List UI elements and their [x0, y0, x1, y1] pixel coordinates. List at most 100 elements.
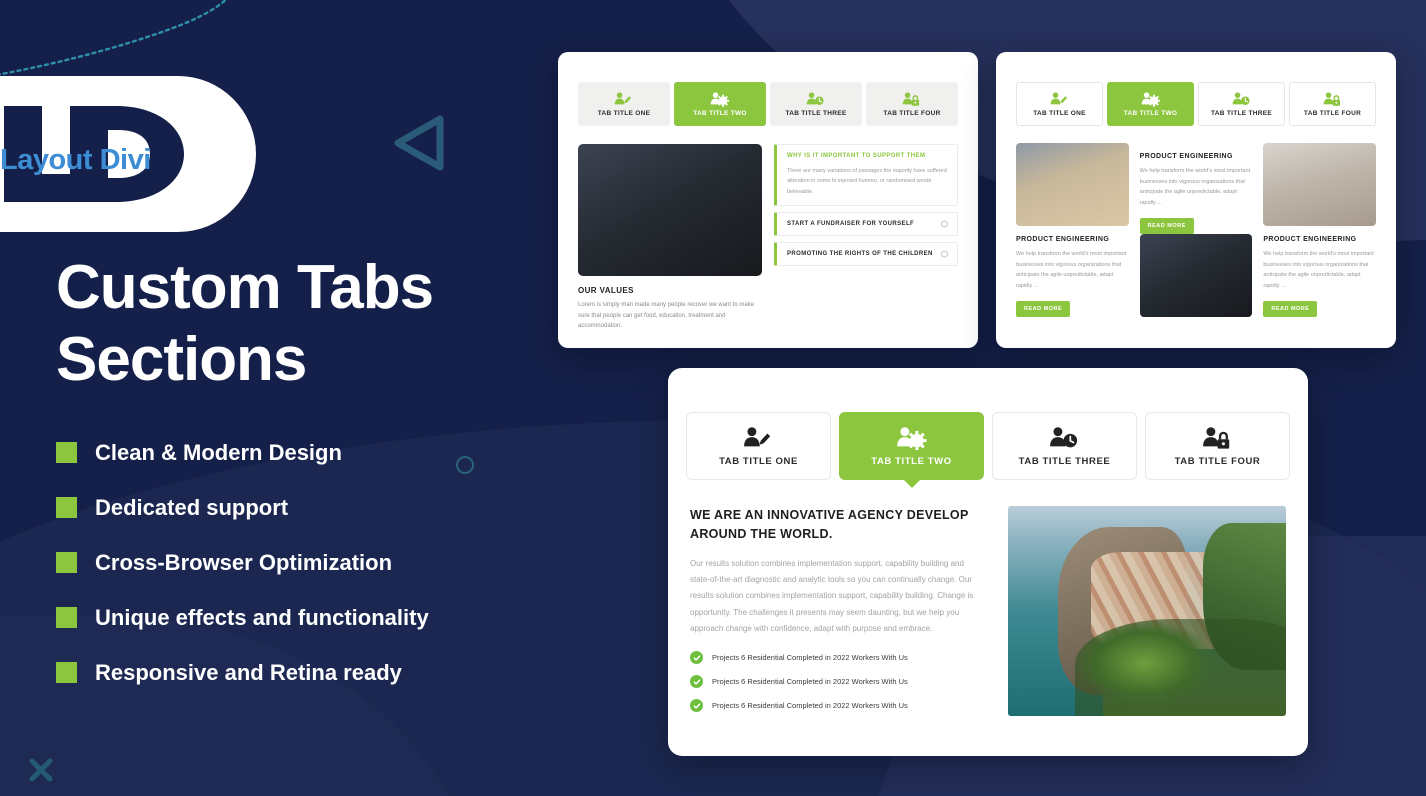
- accordion-item[interactable]: START A FUNDRAISER FOR YOURSELF: [774, 212, 958, 237]
- tl-tab-1[interactable]: TAB TITLE ONE: [578, 82, 670, 126]
- headline-line-1: Custom Tabs: [56, 253, 434, 322]
- tab-panel-top-left: OUR VALUES Lorem is simply man made many…: [558, 126, 978, 332]
- accordion-item[interactable]: WHY IS IT IMPORTANT TO SUPPORT THEM There…: [774, 144, 958, 207]
- page-title: Custom Tabs Sections: [56, 252, 616, 396]
- tab-panel-top-right: PRODUCT ENGINEERING We help transform th…: [996, 126, 1396, 317]
- accordion-title: WHY IS IT IMPORTANT TO SUPPORT THEM: [787, 153, 926, 159]
- feature-list: Clean & Modern Design Dedicated support …: [56, 440, 616, 686]
- tr-tab-1[interactable]: TAB TITLE ONE: [1016, 82, 1103, 126]
- bottom-paragraph: Our results solution combines implementa…: [690, 558, 974, 634]
- preview-card-tabs-main: TAB TITLE ONE TAB TITLE TWO TAB TITLE TH…: [668, 368, 1308, 756]
- tl-tab-3[interactable]: TAB TITLE THREE: [770, 82, 862, 126]
- feature-item: Cross-Browser Optimization: [56, 550, 616, 576]
- feature-item: Unique effects and functionality: [56, 605, 616, 631]
- feature-label: Responsive and Retina ready: [95, 659, 402, 685]
- desk-keyboard-pencils-photo: [1016, 143, 1129, 226]
- accordion: WHY IS IT IMPORTANT TO SUPPORT THEM There…: [774, 144, 958, 332]
- person-clock-icon: [1049, 425, 1081, 450]
- hero-content: Custom Tabs Sections Clean & Modern Desi…: [56, 252, 616, 715]
- values-heading: OUR VALUES: [578, 286, 634, 295]
- tab-bar-bottom: TAB TITLE ONE TAB TITLE TWO TAB TITLE TH…: [668, 412, 1308, 488]
- bottom-checklist: Projects 6 Residential Completed in 2022…: [690, 651, 982, 713]
- tab-label: TAB TITLE FOUR: [1174, 455, 1261, 467]
- read-more-button[interactable]: READ MORE: [1263, 300, 1318, 317]
- blog-card: PRODUCT ENGINEERING We help transform th…: [1139, 143, 1253, 317]
- blog-card-excerpt: We help transform the world's most impor…: [1139, 168, 1251, 207]
- person-gear-icon: [710, 91, 730, 107]
- tab-label: TAB TITLE FOUR: [883, 109, 941, 117]
- accordion-toggle-icon[interactable]: [941, 250, 948, 258]
- tr-tab-4[interactable]: TAB TITLE FOUR: [1289, 82, 1376, 126]
- check-circle-icon: [690, 699, 703, 713]
- read-more-button[interactable]: READ MORE: [1139, 217, 1194, 234]
- tab-bar-top-left: TAB TITLE ONE TAB TITLE TWO TAB TITLE TH…: [558, 82, 978, 126]
- tab-label: TAB TITLE THREE: [785, 109, 847, 117]
- main-tab-2[interactable]: TAB TITLE TWO: [839, 412, 984, 488]
- feature-label: Dedicated support: [95, 494, 289, 520]
- tl-tab-4[interactable]: TAB TITLE FOUR: [866, 82, 958, 126]
- person-lock-icon: [902, 91, 922, 107]
- values-text: Lorem is simply man made many people rec…: [578, 302, 755, 329]
- check-circle-icon: [690, 651, 703, 665]
- feature-label: Unique effects and functionality: [95, 604, 429, 630]
- tr-tab-2[interactable]: TAB TITLE TWO: [1107, 82, 1194, 126]
- accordion-title: START A FUNDRAISER FOR YOURSELF: [787, 221, 915, 228]
- feature-item: Responsive and Retina ready: [56, 660, 616, 686]
- preview-card-tabs-accordion: TAB TITLE ONE TAB TITLE TWO TAB TITLE TH…: [558, 52, 978, 348]
- left-triangle-outline-icon: [394, 115, 444, 171]
- feature-bullet-icon: [56, 552, 77, 574]
- person-gear-icon: [1141, 91, 1161, 107]
- blog-card-excerpt: We help transform the world's most impor…: [1016, 251, 1127, 290]
- bottom-text-column: WE ARE AN INNOVATIVE AGENCY DEVELOP AROU…: [690, 506, 982, 723]
- accordion-body: There are many variations of passages th…: [787, 168, 947, 195]
- tab-bar-top-right: TAB TITLE ONE TAB TITLE TWO TAB TITLE TH…: [996, 82, 1396, 126]
- accordion-item[interactable]: PROMOTING THE RIGHTS OF THE CHILDREN: [774, 242, 958, 267]
- checklist-text: Projects 6 Residential Completed in 2022…: [712, 677, 908, 687]
- logo-wordmark: Layout Divi: [0, 144, 151, 176]
- checklist-item: Projects 6 Residential Completed in 2022…: [690, 699, 982, 713]
- bottom-heading: WE ARE AN INNOVATIVE AGENCY DEVELOP AROU…: [690, 508, 969, 541]
- tl-tab-2[interactable]: TAB TITLE TWO: [674, 82, 766, 126]
- tab-label: TAB TITLE ONE: [719, 455, 798, 467]
- person-edit-icon: [614, 91, 634, 107]
- person-edit-icon: [1050, 91, 1070, 107]
- feature-item: Dedicated support: [56, 495, 616, 521]
- blog-card-title: PRODUCT ENGINEERING: [1016, 236, 1110, 243]
- active-tab-arrow-icon: [901, 478, 922, 488]
- checklist-item: Projects 6 Residential Completed in 2022…: [690, 651, 982, 665]
- feature-bullet-icon: [56, 662, 77, 684]
- feature-bullet-icon: [56, 607, 77, 629]
- tab-label: TAB TITLE TWO: [1123, 109, 1178, 117]
- photo-foreground-foliage: [1074, 619, 1286, 716]
- feature-label: Cross-Browser Optimization: [95, 549, 393, 575]
- dotted-arc-icon: [0, 0, 228, 76]
- tab-label: TAB TITLE FOUR: [1303, 109, 1362, 117]
- values-column: OUR VALUES Lorem is simply man made many…: [578, 144, 762, 332]
- tr-tab-3[interactable]: TAB TITLE THREE: [1198, 82, 1285, 126]
- open-book-laptop-photo: [1139, 233, 1253, 317]
- feature-label: Clean & Modern Design: [95, 439, 342, 465]
- person-lock-icon: [1323, 91, 1343, 107]
- person-clock-icon: [1232, 91, 1252, 107]
- feature-bullet-icon: [56, 497, 77, 519]
- blog-card: PRODUCT ENGINEERING We help transform th…: [1016, 143, 1129, 317]
- dining-room-chairs-photo: [1263, 143, 1377, 226]
- accordion-title: PROMOTING THE RIGHTS OF THE CHILDREN: [787, 251, 933, 258]
- main-tab-3[interactable]: TAB TITLE THREE: [992, 412, 1137, 480]
- checklist-text: Projects 6 Residential Completed in 2022…: [712, 653, 908, 663]
- blog-card: PRODUCT ENGINEERING We help transform th…: [1263, 143, 1377, 317]
- feature-item: Clean & Modern Design: [56, 440, 616, 466]
- person-edit-icon: [743, 425, 775, 450]
- read-more-button[interactable]: READ MORE: [1016, 300, 1071, 317]
- tab-panel-bottom: WE ARE AN INNOVATIVE AGENCY DEVELOP AROU…: [668, 480, 1308, 723]
- tab-label: TAB TITLE ONE: [597, 109, 651, 117]
- accordion-toggle-icon[interactable]: [941, 220, 948, 228]
- main-tab-1[interactable]: TAB TITLE ONE: [686, 412, 831, 480]
- preview-card-tabs-blog: TAB TITLE ONE TAB TITLE TWO TAB TITLE TH…: [996, 52, 1396, 348]
- tab-label: TAB TITLE THREE: [1210, 109, 1273, 117]
- person-clock-icon: [806, 91, 826, 107]
- checklist-item: Projects 6 Residential Completed in 2022…: [690, 675, 982, 689]
- open-book-laptop-photo: [578, 144, 762, 276]
- main-tab-4[interactable]: TAB TITLE FOUR: [1145, 412, 1290, 480]
- checklist-text: Projects 6 Residential Completed in 2022…: [712, 701, 908, 711]
